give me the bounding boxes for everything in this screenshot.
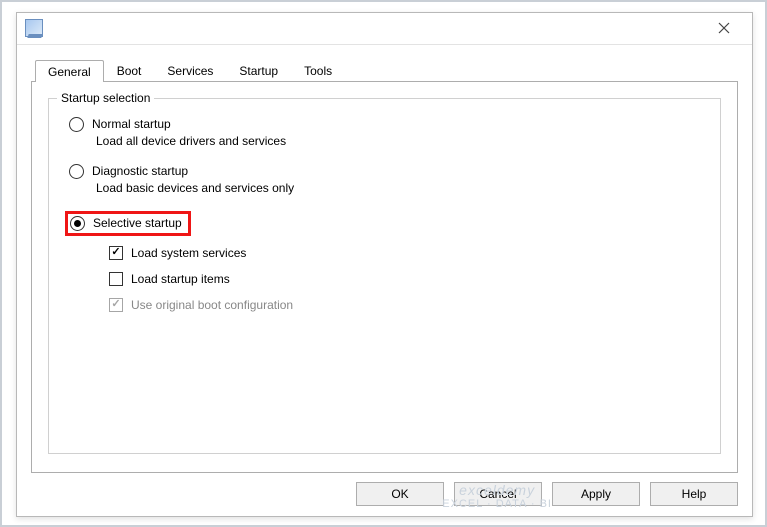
tab-strip: General Boot Services Startup Tools	[35, 55, 738, 81]
tab-boot[interactable]: Boot	[104, 59, 155, 81]
tab-panel: Startup selection Normal startup Load al…	[31, 81, 738, 473]
checkbox-icon	[109, 298, 123, 312]
app-icon	[25, 19, 43, 37]
tab-services[interactable]: Services	[154, 59, 226, 81]
checkbox-icon	[109, 246, 123, 260]
option-label: Normal startup	[92, 117, 171, 131]
selective-startup-highlight: Selective startup	[65, 211, 191, 236]
checkbox-label: Use original boot configuration	[131, 298, 293, 312]
close-icon	[718, 22, 730, 34]
checkbox-label: Load system services	[131, 246, 246, 260]
close-button[interactable]	[704, 15, 744, 41]
apply-button[interactable]: Apply	[552, 482, 640, 506]
normal-startup-option[interactable]: Normal startup	[69, 117, 700, 132]
ok-button[interactable]: OK	[356, 482, 444, 506]
diagnostic-startup-option[interactable]: Diagnostic startup	[69, 164, 700, 179]
radio-icon	[70, 216, 85, 231]
normal-startup-desc: Load all device drivers and services	[96, 134, 700, 148]
checkbox-label: Load startup items	[131, 272, 230, 286]
use-original-boot-checkbox: Use original boot configuration	[109, 298, 700, 312]
load-system-services-checkbox[interactable]: Load system services	[109, 246, 700, 260]
tab-tools[interactable]: Tools	[291, 59, 345, 81]
radio-icon	[69, 164, 84, 179]
msconfig-window: General Boot Services Startup Tools Star…	[16, 12, 753, 517]
group-title: Startup selection	[57, 91, 154, 105]
option-label: Diagnostic startup	[92, 164, 188, 178]
selective-sub-options: Load system services Load startup items …	[109, 246, 700, 312]
help-button[interactable]: Help	[650, 482, 738, 506]
dialog-footer: exceldemy EXCEL · DATA · BI OK Cancel Ap…	[17, 473, 752, 516]
selective-startup-option[interactable]: Selective startup	[70, 216, 182, 231]
cancel-button[interactable]: Cancel	[454, 482, 542, 506]
checkbox-icon	[109, 272, 123, 286]
tab-startup[interactable]: Startup	[226, 59, 291, 81]
radio-icon	[69, 117, 84, 132]
startup-selection-group: Startup selection Normal startup Load al…	[48, 98, 721, 454]
body-area: General Boot Services Startup Tools Star…	[17, 45, 752, 473]
option-label: Selective startup	[93, 216, 182, 230]
outer-frame: General Boot Services Startup Tools Star…	[0, 0, 767, 527]
load-startup-items-checkbox[interactable]: Load startup items	[109, 272, 700, 286]
tab-general[interactable]: General	[35, 60, 104, 82]
titlebar	[17, 13, 752, 45]
diagnostic-startup-desc: Load basic devices and services only	[96, 181, 700, 195]
